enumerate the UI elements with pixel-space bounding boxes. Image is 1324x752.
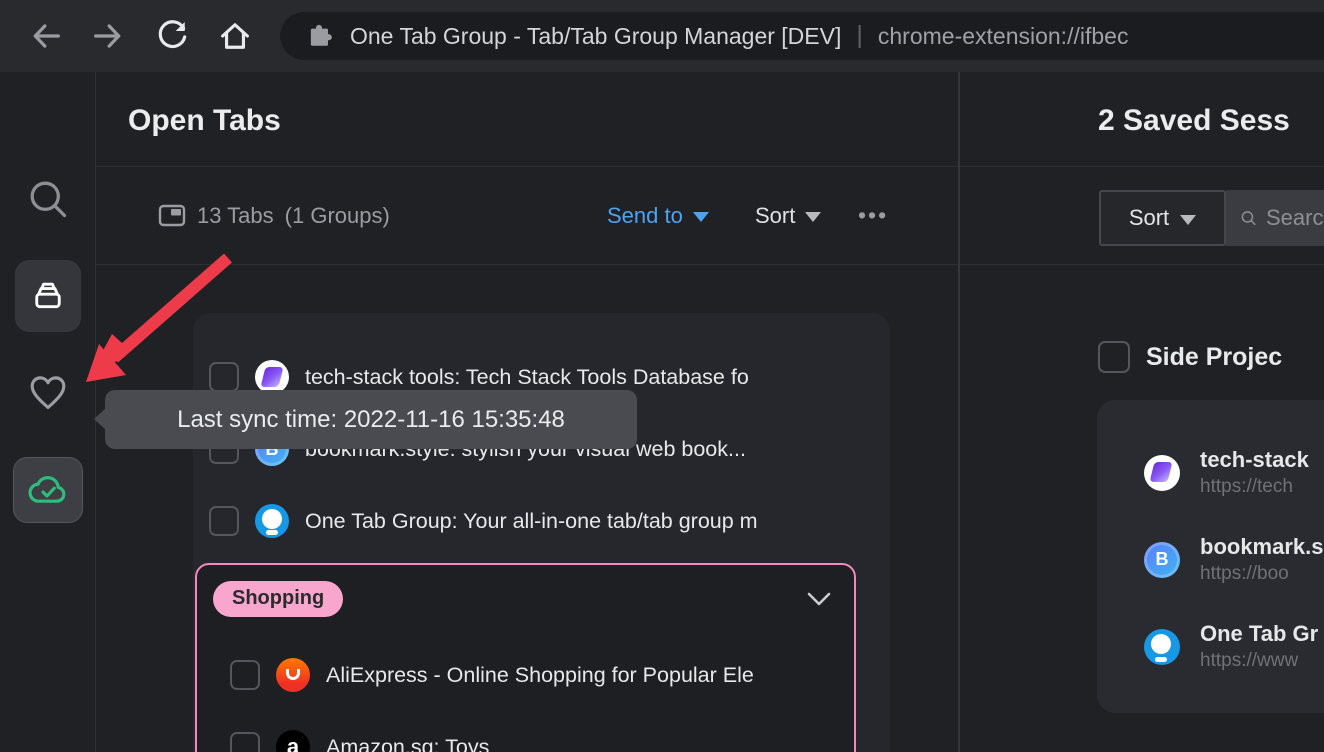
reload-icon [154,18,190,54]
session-tab-url: https://www [1200,650,1318,672]
session-name: Side Projec [1146,343,1282,372]
more-options-button[interactable]: ••• [858,167,888,264]
divider [96,264,958,265]
session-card: tech-stack https://tech B bookmark.s htt… [1097,400,1324,713]
browser-toolbar: One Tab Group - Tab/Tab Group Manager [D… [0,0,1324,72]
tab-row[interactable]: AliExpress - Online Shopping for Popular… [197,639,854,711]
sort-button[interactable]: Sort [755,167,821,264]
page-title: One Tab Group - Tab/Tab Group Manager [D… [350,23,841,50]
heart-icon [26,371,70,415]
aliexpress-icon [276,658,310,692]
one-tab-group-app: One Tab Group - Tab/Tab Group Manager [D… [0,0,1324,752]
group-rows: AliExpress - Online Shopping for Popular… [197,639,854,752]
tab-count-label: 13 Tabs [197,203,274,229]
search-icon [1240,207,1257,229]
amazon-icon: a [276,730,310,752]
forward-arrow-icon [90,18,126,54]
session-tab-title: One Tab Gr [1200,621,1318,647]
tab-checkbox[interactable] [209,362,239,392]
session-tab-title: tech-stack [1200,447,1309,473]
back-button[interactable] [26,16,66,56]
address-bar[interactable]: One Tab Group - Tab/Tab Group Manager [D… [280,12,1324,60]
sessions-sort-button[interactable]: Sort [1099,190,1226,246]
session-tab-title: bookmark.s [1200,534,1324,560]
title-url-separator: | [856,21,863,50]
tooltip-text: Last sync time: 2022-11-16 15:35:48 [177,406,565,434]
extension-puzzle-icon [306,23,332,49]
group-badge[interactable]: Shopping [213,581,343,617]
chevron-down-icon [1180,215,1196,225]
one-tab-group-icon [1144,629,1180,665]
tab-row[interactable]: One Tab Group: Your all-in-one tab/tab g… [193,485,890,557]
page-url: chrome-extension://ifbec [878,23,1129,50]
search-icon [26,177,70,221]
window-tabs-icon [158,203,186,228]
chevron-down-icon [805,212,821,222]
reload-button[interactable] [152,16,192,56]
saved-sessions-panel: 2 Saved Sess Sort Side Projec tech-stack [960,72,1324,752]
one-tab-group-icon [255,504,289,538]
tab-checkbox[interactable] [209,506,239,536]
sidebar-item-favorites[interactable] [25,370,71,416]
send-to-button[interactable]: Send to [607,167,709,264]
sort-label: Sort [755,203,795,229]
divider [960,166,1324,167]
open-tabs-card: tech-stack tools: Tech Stack Tools Datab… [193,313,890,752]
session-tab-item[interactable]: One Tab Gr https://www [1097,603,1324,690]
open-tabs-title: Open Tabs [128,104,281,138]
search-input[interactable] [1266,205,1324,231]
sort-label: Sort [1129,205,1169,231]
tech-stack-tools-icon [1144,455,1180,491]
send-to-label: Send to [607,203,683,229]
home-icon [217,18,253,54]
saved-sessions-title: 2 Saved Sess [1098,104,1290,138]
tab-checkbox[interactable] [230,660,260,690]
tech-stack-tools-icon [255,360,289,394]
bookmark-style-icon: B [1144,542,1180,578]
session-checkbox[interactable] [1098,341,1130,373]
tooltip-arrow [94,408,106,430]
sidebar-item-search[interactable] [25,176,71,222]
group-count-label: (1 Groups) [285,203,390,229]
divider [960,264,1324,265]
sync-tooltip: Last sync time: 2022-11-16 15:35:48 [105,390,637,449]
tab-title: tech-stack tools: Tech Stack Tools Datab… [305,365,749,390]
home-button[interactable] [215,16,255,56]
tab-title: Amazon.sg: Toys [326,735,489,752]
session-tab-url: https://boo [1200,563,1324,585]
session-tab-item[interactable]: B bookmark.s https://boo [1097,516,1324,603]
tab-checkbox[interactable] [230,732,260,752]
tab-row[interactable]: a Amazon.sg: Toys [197,711,854,752]
back-arrow-icon [28,18,64,54]
sidebar-item-sync[interactable] [13,457,83,523]
chevron-down-icon [693,212,709,222]
session-tab-item[interactable]: tech-stack https://tech [1097,429,1324,516]
cloud-sync-check-icon [27,470,69,510]
tab-title: AliExpress - Online Shopping for Popular… [326,663,754,688]
session-header[interactable]: Side Projec [1098,341,1282,373]
chevron-down-icon[interactable] [806,591,832,607]
tab-count: 13 Tabs (1 Groups) [158,167,390,264]
open-tabs-toolbar: 13 Tabs (1 Groups) Send to Sort ••• [96,167,958,264]
tab-title: One Tab Group: Your all-in-one tab/tab g… [305,509,758,534]
forward-button[interactable] [88,16,128,56]
sidebar-item-tabs-active[interactable] [15,260,81,332]
more-options-icon: ••• [858,202,888,229]
sessions-search-box[interactable] [1226,190,1324,246]
tab-group-shopping: Shopping AliExpress - Online Shopping fo… [195,563,856,752]
archive-box-icon [28,276,68,316]
session-tab-url: https://tech [1200,476,1309,498]
sidebar [0,72,96,752]
